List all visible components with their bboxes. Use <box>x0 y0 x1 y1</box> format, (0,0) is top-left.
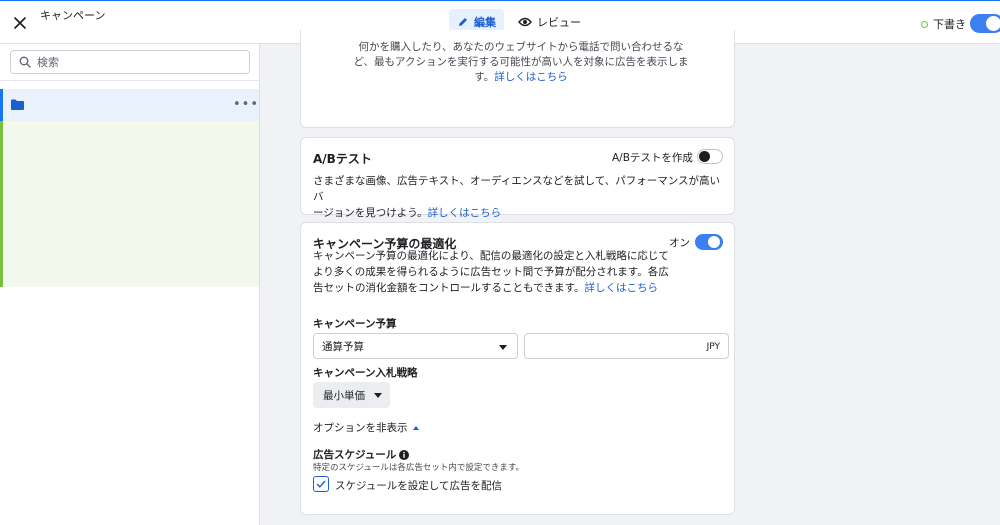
sidebar-item-campaign[interactable]: ••• <box>0 89 259 121</box>
budget-learn-more-link[interactable]: 詳しくはこちら <box>585 282 659 294</box>
objective-text-line: す。 <box>474 71 495 83</box>
search-box[interactable] <box>10 50 250 74</box>
ab-text-line: ージョンを見つけよう。 <box>313 207 428 219</box>
budget-amount-input[interactable]: JPY <box>524 333 729 359</box>
objective-description: 何かを購入したり、あなたのウェブサイトから電話で問い合わせるな ど、最もアクショ… <box>341 40 701 85</box>
ab-test-title: A/Bテスト <box>313 152 372 166</box>
bid-strategy-label: キャンペーン入札戦略 <box>313 367 418 379</box>
budget-text-line: 告セットの消化金額をコントロールすることもできます。 <box>313 282 585 294</box>
tab-review-label: レビュー <box>537 16 581 29</box>
draft-status: 下書き <box>921 16 966 32</box>
chevron-down-icon <box>499 345 507 350</box>
search-icon <box>19 56 31 68</box>
draft-label: 下書き <box>933 18 966 31</box>
tab-edit-label: 編集 <box>474 16 496 29</box>
hide-options-label: オプションを非表示 <box>313 422 408 434</box>
ab-test-description: さまざまな画像、広告テキスト、オーディエンスなどを試して、パフォーマンスが高いバ… <box>313 173 728 221</box>
ab-test-card: A/Bテスト A/Bテストを作成 さまざまな画像、広告テキスト、オーディエンスな… <box>300 137 735 219</box>
search-input[interactable] <box>37 55 227 69</box>
bid-strategy-value: 最小単価 <box>323 389 365 402</box>
campaign-budget-label: キャンペーン予算 <box>313 318 397 330</box>
ab-test-toggle-label: A/Bテストを作成 <box>612 152 693 164</box>
bid-strategy-select[interactable]: 最小単価 <box>313 382 390 408</box>
eye-icon <box>518 17 532 27</box>
hide-options-link[interactable]: オプションを非表示 <box>313 420 419 435</box>
budget-text-line: より多くの成果を得られるように広告セット間で予算が配分されます。各広 <box>313 266 669 278</box>
objective-text-line: ど、最もアクションを実行する可能性が高い人を対象に広告を表示しま <box>353 56 689 68</box>
page-title: キャンペーン <box>40 9 106 22</box>
budget-description: キャンペーン予算の最適化により、配信の最適化の設定と入札戦略に応じて より多くの… <box>313 248 673 296</box>
close-button[interactable] <box>10 13 30 33</box>
schedule-checkbox[interactable] <box>313 476 329 492</box>
campaign-toggle[interactable] <box>970 14 1000 33</box>
ad-schedule-heading: 広告スケジュール <box>313 447 410 462</box>
budget-type-value: 通算予算 <box>322 340 364 353</box>
sidebar-child-area <box>0 121 259 287</box>
caret-up-icon <box>412 426 419 430</box>
budget-optimization-toggle[interactable] <box>695 234 723 250</box>
budget-optimization-card: キャンペーン予算の最適化 オン キャンペーン予算の最適化により、配信の最適化の設… <box>300 222 735 515</box>
checkmark-icon <box>316 480 326 488</box>
folder-icon <box>11 99 24 110</box>
objective-text-line: 何かを購入したり、あなたのウェブサイトから電話で問い合わせるな <box>358 41 684 53</box>
objective-card: 何かを購入したり、あなたのウェブサイトから電話で問い合わせるな ど、最もアクショ… <box>300 30 735 128</box>
divider <box>0 80 259 81</box>
ad-schedule-label: 広告スケジュール <box>313 449 397 461</box>
ab-learn-more-link[interactable]: 詳しくはこちら <box>428 207 502 219</box>
ab-test-toggle[interactable] <box>697 149 723 164</box>
schedule-checkbox-label: スケジュールを設定して広告を配信 <box>335 480 502 492</box>
pencil-icon <box>459 18 467 26</box>
more-options-icon[interactable]: ••• <box>233 97 259 112</box>
budget-type-select[interactable]: 通算予算 <box>313 333 518 359</box>
info-icon <box>399 449 410 460</box>
close-icon <box>14 17 26 29</box>
status-dot-icon <box>921 20 928 28</box>
chevron-down-icon <box>374 393 382 398</box>
objective-learn-more-link[interactable]: 詳しくはこちら <box>494 71 568 83</box>
currency-label: JPY <box>706 342 720 352</box>
ab-text-line: さまざまな画像、広告テキスト、オーディエンスなどを試して、パフォーマンスが高いバ <box>313 175 720 203</box>
budget-text-line: キャンペーン予算の最適化により、配信の最適化の設定と入札戦略に応じて <box>313 250 669 262</box>
ad-schedule-note: 特定のスケジュールは各広告セット内で設定できます。 <box>313 463 525 473</box>
sidebar: ••• <box>0 44 260 525</box>
